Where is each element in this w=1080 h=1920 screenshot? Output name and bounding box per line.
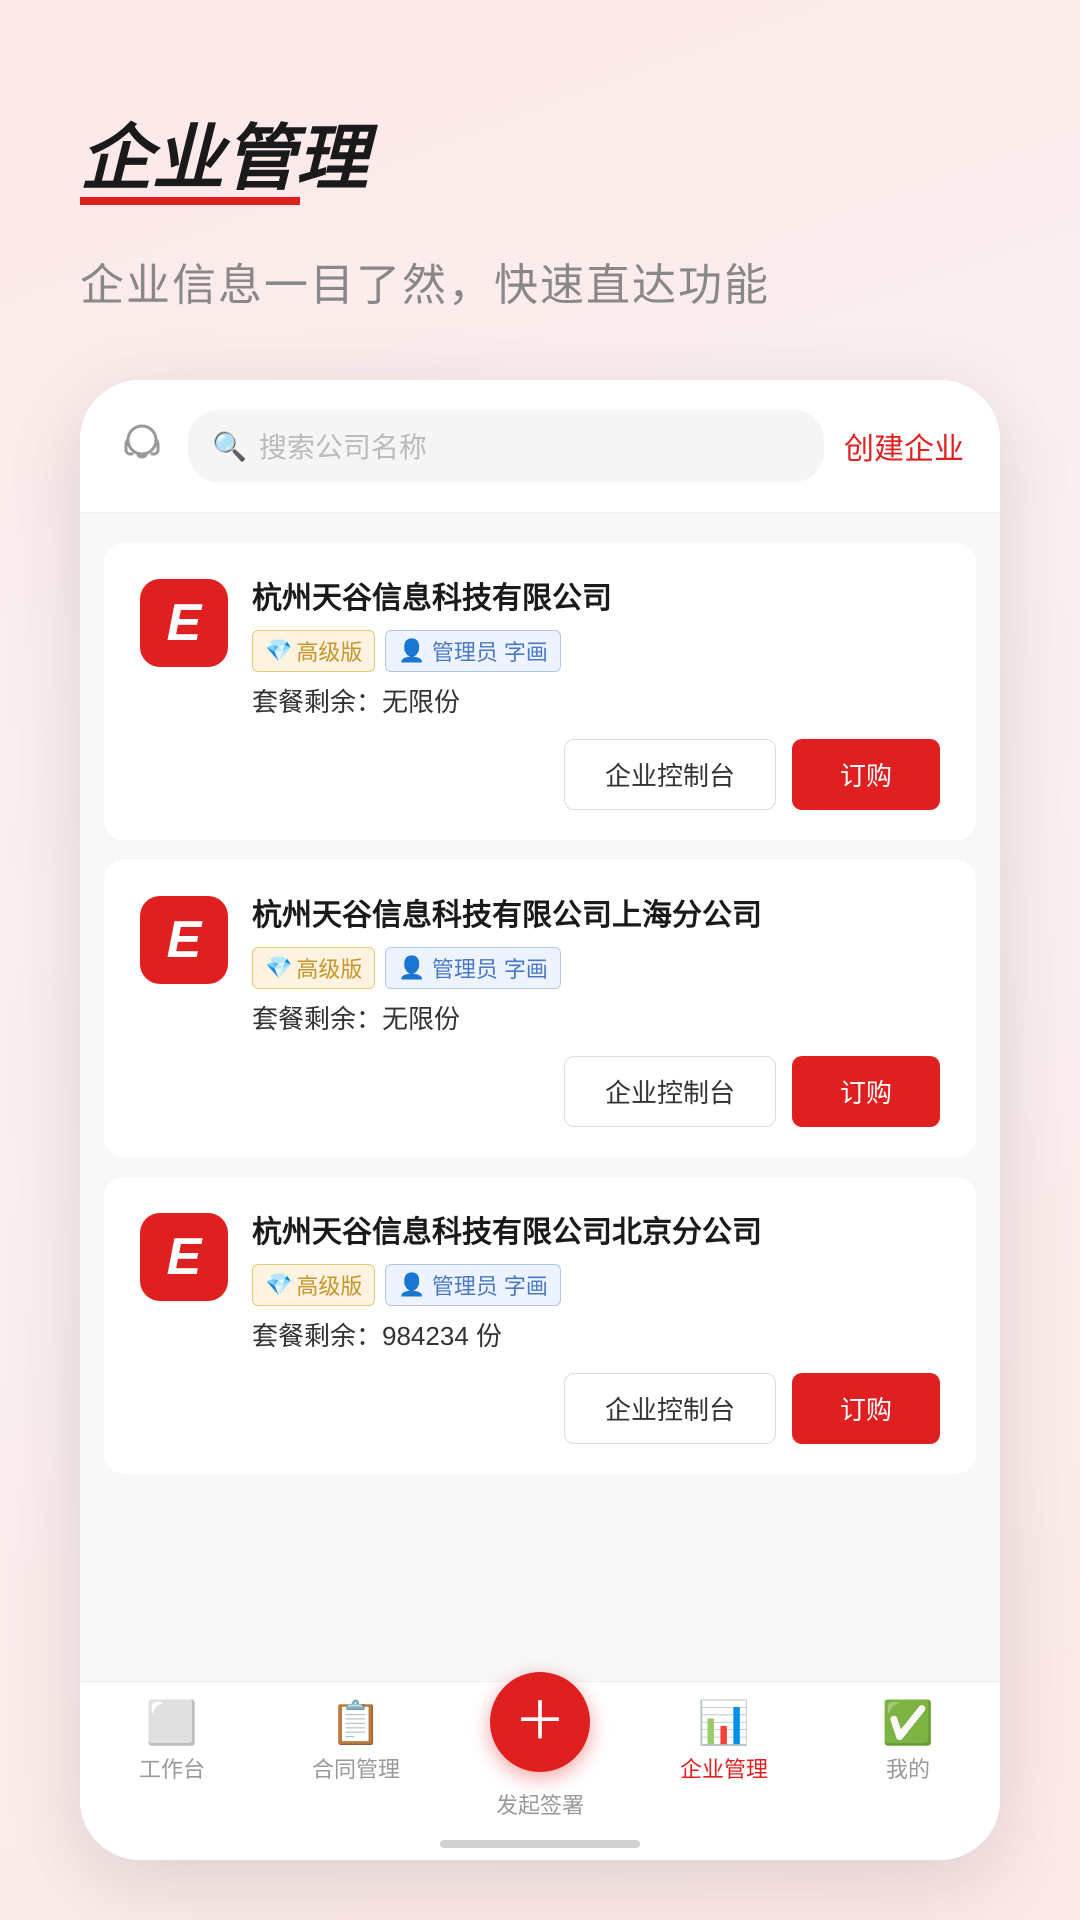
quota-text: 套餐剩余：无限份 <box>252 682 940 719</box>
company-badges: 💎高级版 👤管理员 字画 <box>252 947 940 989</box>
enterprise-icon: 📊 <box>698 1702 750 1744</box>
nav-label-mine: 我的 <box>886 1752 930 1784</box>
search-placeholder: 搜索公司名称 <box>259 426 427 466</box>
company-actions: 企业控制台 订购 <box>140 739 940 810</box>
company-card: 杭州天谷信息科技有限公司上海分公司 💎高级版 👤管理员 字画 套餐剩余：无限份 <box>104 860 976 1157</box>
nav-label-enterprise: 企业管理 <box>680 1752 768 1784</box>
plan-badge: 💎高级版 <box>252 630 375 672</box>
order-button[interactable]: 订购 <box>792 739 940 810</box>
company-name: 杭州天谷信息科技有限公司 <box>252 579 940 618</box>
page-subtitle: 企业信息一目了然，快速直达功能 <box>80 249 1000 313</box>
mine-icon: ✅ <box>882 1702 934 1744</box>
control-panel-button[interactable]: 企业控制台 <box>564 1373 776 1444</box>
company-badges: 💎高级版 👤管理员 字画 <box>252 1264 940 1306</box>
sidebar-item-contract[interactable]: 📋 合同管理 <box>264 1702 448 1784</box>
fab-sign-button[interactable]: ＋ <box>490 1672 590 1772</box>
order-button[interactable]: 订购 <box>792 1056 940 1127</box>
bottom-nav: ⬜ 工作台 📋 合同管理 ＋ 发起签署 📊 企业管理 ✅ 我的 <box>80 1681 1000 1860</box>
home-indicator <box>440 1840 640 1848</box>
quota-text: 套餐剩余：无限份 <box>252 999 940 1036</box>
role-badge: 👤管理员 字画 <box>385 947 560 989</box>
company-info: 杭州天谷信息科技有限公司 💎高级版 👤管理员 字画 套餐剩余：无限份 <box>252 579 940 719</box>
company-name: 杭州天谷信息科技有限公司北京分公司 <box>252 1213 940 1252</box>
control-panel-button[interactable]: 企业控制台 <box>564 739 776 810</box>
search-input[interactable]: 🔍 搜索公司名称 <box>188 410 824 482</box>
company-info: 杭州天谷信息科技有限公司北京分公司 💎高级版 👤管理员 字画 套餐剩余：9842… <box>252 1213 940 1353</box>
role-badge: 👤管理员 字画 <box>385 1264 560 1306</box>
role-badge: 👤管理员 字画 <box>385 630 560 672</box>
sidebar-item-workbench[interactable]: ⬜ 工作台 <box>80 1702 264 1784</box>
company-actions: 企业控制台 订购 <box>140 1056 940 1127</box>
page-title: 企业管理 <box>80 120 1000 199</box>
plus-icon: ＋ <box>514 1696 566 1748</box>
company-card: 杭州天谷信息科技有限公司 💎高级版 👤管理员 字画 套餐剩余：无限份 <box>104 543 976 840</box>
nav-label-workbench: 工作台 <box>139 1752 205 1784</box>
create-enterprise-button[interactable]: 创建企业 <box>844 424 964 468</box>
headset-icon[interactable] <box>116 418 168 475</box>
company-name: 杭州天谷信息科技有限公司上海分公司 <box>252 896 940 935</box>
company-badges: 💎高级版 👤管理员 字画 <box>252 630 940 672</box>
company-logo <box>140 579 228 667</box>
nav-fab-wrap: ＋ 发起签署 <box>448 1702 632 1820</box>
phone-mockup: 🔍 搜索公司名称 创建企业 杭州天谷信息科技有限公司 💎高级版 <box>80 380 1000 1860</box>
sidebar-item-enterprise[interactable]: 📊 企业管理 <box>632 1702 816 1784</box>
plan-badge: 💎高级版 <box>252 947 375 989</box>
company-logo <box>140 896 228 984</box>
search-icon: 🔍 <box>212 430 247 463</box>
nav-label-sign: 发起签署 <box>496 1788 584 1820</box>
company-info: 杭州天谷信息科技有限公司上海分公司 💎高级版 👤管理员 字画 套餐剩余：无限份 <box>252 896 940 1036</box>
company-logo <box>140 1213 228 1301</box>
workbench-icon: ⬜ <box>146 1702 198 1744</box>
search-bar-area: 🔍 搜索公司名称 创建企业 <box>80 380 1000 513</box>
company-card: 杭州天谷信息科技有限公司北京分公司 💎高级版 👤管理员 字画 套餐剩余：9842… <box>104 1177 976 1474</box>
company-actions: 企业控制台 订购 <box>140 1373 940 1444</box>
sidebar-item-mine[interactable]: ✅ 我的 <box>816 1702 1000 1784</box>
nav-label-contract: 合同管理 <box>312 1752 400 1784</box>
order-button[interactable]: 订购 <box>792 1373 940 1444</box>
quota-text: 套餐剩余：984234 份 <box>252 1316 940 1353</box>
control-panel-button[interactable]: 企业控制台 <box>564 1056 776 1127</box>
plan-badge: 💎高级版 <box>252 1264 375 1306</box>
company-list: 杭州天谷信息科技有限公司 💎高级版 👤管理员 字画 套餐剩余：无限份 <box>80 513 1000 1681</box>
contract-icon: 📋 <box>330 1702 382 1744</box>
